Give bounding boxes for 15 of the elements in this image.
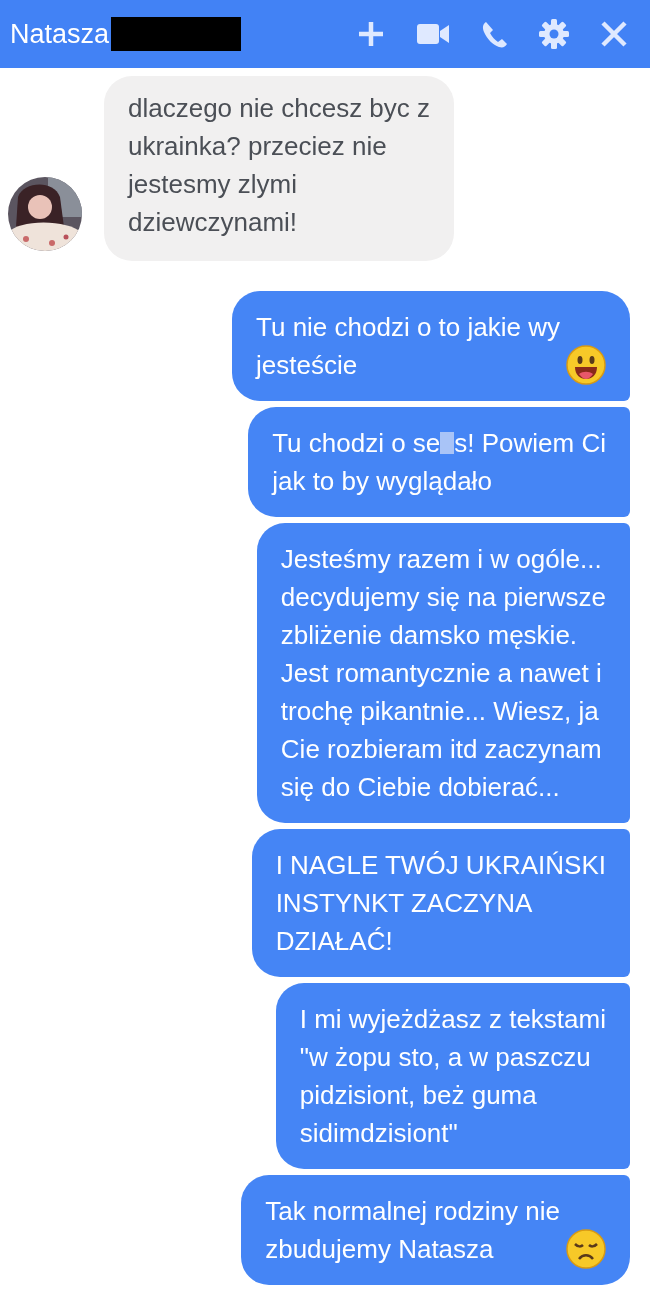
message-text: Tu nie chodzi o to jakie wy jesteście	[256, 311, 560, 382]
phone-icon[interactable]	[480, 20, 508, 48]
message-text: dlaczego nie chcesz byc z ukrainka? przeciez nie jestesmy zlymi dziewczynami!	[128, 92, 431, 239]
message-text: Jesteśmy razem i w ogóle... decydujemy się na pierwsze zbliżenie damsko męskie. Jest romantycznie a nawet i trochę pikantnie... Wiesz, ja Cie rozbieram itd zaczynam się do Ciebie dobierać...	[280, 543, 606, 804]
message-text: I mi wyjeżdżasz z tekstami "w żopu sto, a w paszczu pidzisiont, beż guma sidimdzisiont"	[299, 1003, 606, 1150]
grinning-face-icon	[566, 345, 606, 385]
sad-face-icon	[566, 1229, 606, 1269]
message-text: I NAGLE TWÓJ UKRAIŃSKI INSTYNKT ZACZYNA DZIAŁAĆ!	[275, 849, 606, 958]
message-text: Tu chodzi o se s! Powiem Ci jak to by wyglądało	[272, 427, 606, 498]
contact-name: Natasza	[10, 18, 110, 51]
plus-icon[interactable]	[356, 19, 386, 49]
video-camera-icon[interactable]	[416, 22, 450, 46]
settings-icon[interactable]	[538, 18, 570, 50]
close-icon[interactable]	[600, 20, 628, 48]
message-text: Tak normalnej rodziny nie zbudujemy Natasza	[265, 1195, 560, 1266]
